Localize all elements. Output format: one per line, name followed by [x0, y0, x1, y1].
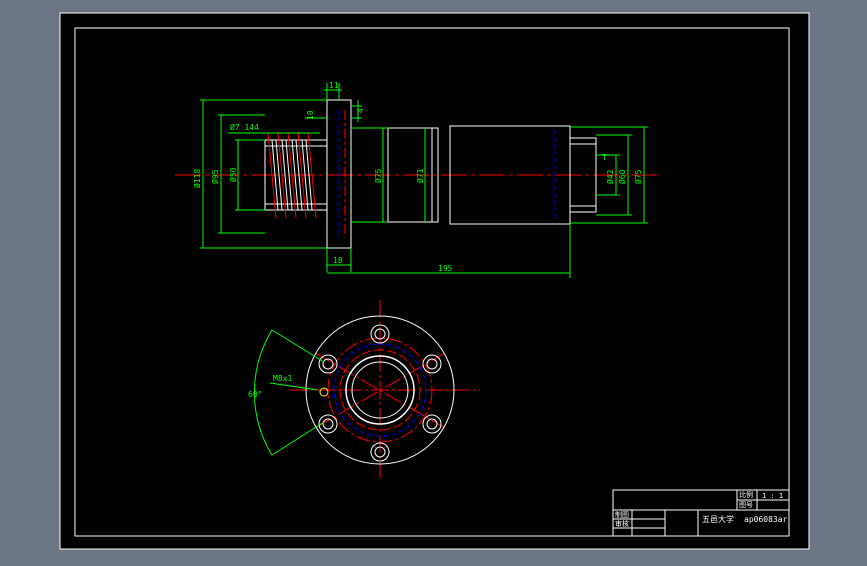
cad-viewport[interactable]: 11 10 4 Ø7 144 Ø118 Ø95 Ø50 Ø75 Ø71 Ø42 … [0, 0, 867, 562]
student-id: ap06083ar [744, 515, 788, 524]
scale-label: 比例 [739, 490, 753, 499]
angle-note: 60° [248, 390, 262, 399]
dim-195: 195 [438, 264, 453, 273]
dim-thread: Ø7 144 [230, 122, 259, 132]
dim-71: Ø71 [415, 168, 425, 183]
dim-95: Ø95 [210, 169, 220, 184]
cad-drawing: 11 10 4 Ø7 144 Ø118 Ø95 Ø50 Ø75 Ø71 Ø42 … [59, 12, 810, 550]
dim-42: Ø42 [605, 169, 615, 184]
university-name: 五邑大学 [702, 514, 734, 524]
scale-value: 1 : 1 [762, 492, 783, 500]
dim-4: 4 [356, 108, 365, 113]
dim-T: T [602, 153, 607, 162]
dim-60: Ø60 [617, 169, 627, 184]
drawn-by-label: 制图 [615, 510, 629, 519]
thread-note: M8x1 [273, 374, 292, 383]
drawing-sheet [59, 12, 810, 550]
dim-75-right: Ø75 [633, 169, 643, 184]
dim-75-mid: Ø75 [373, 168, 383, 183]
dim-50: Ø50 [228, 167, 238, 182]
dim-118: Ø118 [192, 169, 202, 188]
drawing-no-label: 图号 [739, 501, 753, 509]
dim-10: 10 [306, 110, 315, 120]
dim-18: 18 [333, 256, 343, 265]
checked-by-label: 审核 [615, 519, 629, 528]
dim-11: 11 [329, 81, 339, 90]
